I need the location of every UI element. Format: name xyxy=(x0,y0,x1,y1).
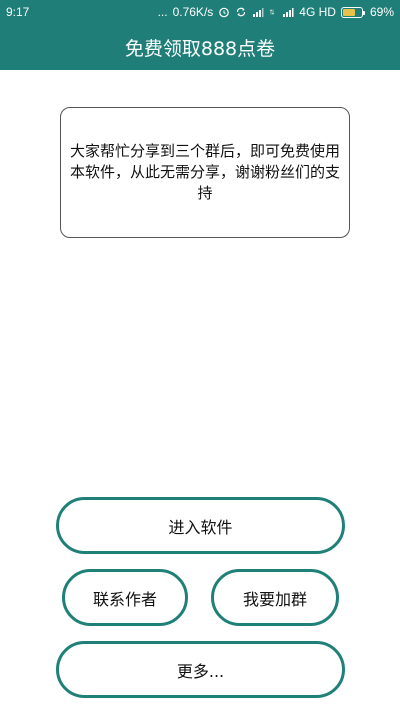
notice-box: 大家帮忙分享到三个群后，即可免费使用本软件，从此无需分享，谢谢粉丝们的支持 xyxy=(60,107,350,238)
more-label: 更多... xyxy=(176,661,225,681)
status-bar: 9:17 ... 0.76K/s 4G HD 69% xyxy=(0,0,400,24)
sync-icon xyxy=(237,7,246,17)
app-bar: 免费领取888点卷 xyxy=(0,24,400,70)
status-dots: ... xyxy=(157,5,168,19)
status-right-group: ... 0.76K/s 4G HD 69% xyxy=(158,5,394,19)
status-time: 9:17 xyxy=(6,5,30,19)
join-group-button[interactable]: 我要加群 xyxy=(211,569,339,626)
join-group-label: 我要加群 xyxy=(242,589,307,609)
alarm-icon xyxy=(219,7,230,18)
contact-author-button[interactable]: 联系作者 xyxy=(62,569,188,626)
page-title: 免费领取888点卷 xyxy=(124,37,276,60)
network-speed: 0.76K/s xyxy=(172,5,214,19)
enter-software-button[interactable]: 进入软件 xyxy=(56,497,345,554)
signal-icon xyxy=(283,8,294,17)
enter-software-label: 进入软件 xyxy=(168,517,233,537)
contact-author-label: 联系作者 xyxy=(92,589,157,609)
notice-text: 大家帮忙分享到三个群后，即可免费使用本软件，从此无需分享，谢谢粉丝们的支持 xyxy=(69,142,340,202)
battery-icon xyxy=(340,6,365,18)
signal-icon xyxy=(253,8,264,17)
more-button[interactable]: 更多... xyxy=(56,641,345,698)
data-arrows-icon xyxy=(270,9,275,15)
battery-percent: 69% xyxy=(369,5,394,19)
network-type: 4G HD xyxy=(299,5,336,19)
battery-fill xyxy=(342,8,356,16)
